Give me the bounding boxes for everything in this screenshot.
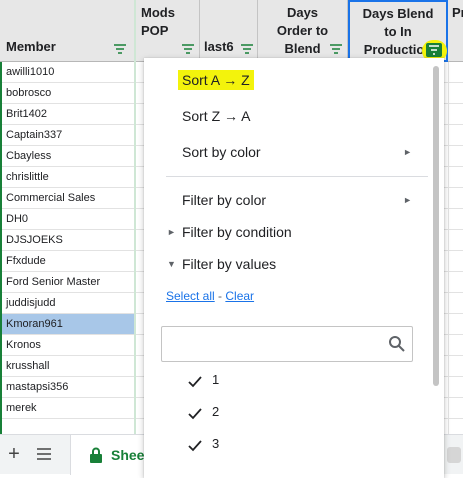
link-separator: - xyxy=(214,289,226,303)
menu-item-filter-by-color[interactable]: Filter by color xyxy=(182,190,266,210)
member-cell[interactable]: Kronos xyxy=(0,335,136,356)
value-option-label: 2 xyxy=(212,404,220,419)
column-header-days-order-to-blend[interactable]: Days Order to Blend xyxy=(258,0,348,62)
member-cell[interactable]: Captain337 xyxy=(0,125,136,146)
filter-icon[interactable] xyxy=(112,43,128,55)
member-cell[interactable]: Brit1402 xyxy=(0,104,136,125)
menu-item-sort-by-color[interactable]: Sort by color xyxy=(182,142,261,162)
sheet-tab-label: Shee xyxy=(111,447,145,463)
submenu-arrow-icon: ► xyxy=(403,147,412,157)
sheet-tab[interactable]: Shee xyxy=(70,435,150,475)
menu-item-sort-z-a[interactable]: Sort Z → A xyxy=(182,106,250,126)
filter-sort-menu: Sort A → Z Sort Z → A Sort by color ► Fi… xyxy=(144,58,444,478)
member-cell[interactable]: Ffxdude xyxy=(0,251,136,272)
member-cell[interactable]: Cbayless xyxy=(0,146,136,167)
member-cell[interactable]: awilli1010 xyxy=(0,62,136,83)
column-label-mods-pop: Mods POP xyxy=(141,5,175,38)
value-option-label: 3 xyxy=(212,436,220,451)
checkmark-icon xyxy=(188,405,202,425)
add-sheet-button[interactable]: + xyxy=(5,444,23,464)
column-label-member: Member xyxy=(6,39,56,54)
member-cell[interactable]: mastapsi356 xyxy=(0,377,136,398)
filter-icon[interactable] xyxy=(180,43,196,55)
value-selection-links: Select all - Clear xyxy=(166,289,254,303)
member-cell[interactable]: bobrosco xyxy=(0,83,136,104)
menu-scrollbar[interactable] xyxy=(433,66,439,386)
member-cell[interactable]: juddisjudd xyxy=(0,293,136,314)
member-cell[interactable]: DH0 xyxy=(0,209,136,230)
member-cell[interactable]: Kmoran961 xyxy=(0,314,136,335)
filter-active-icon[interactable] xyxy=(426,43,442,57)
column-header-days-blend-to-production[interactable]: Days Blend to In Production xyxy=(348,0,448,62)
member-cell[interactable]: DJSJOEKS xyxy=(0,230,136,251)
all-sheets-menu-icon[interactable] xyxy=(35,447,53,461)
menu-item-sort-a-z[interactable]: Sort A → Z xyxy=(178,70,254,90)
column-header-member[interactable]: Member xyxy=(0,0,136,62)
clear-link[interactable]: Clear xyxy=(225,289,254,303)
value-option-label: 1 xyxy=(212,372,220,387)
menu-separator xyxy=(166,176,428,177)
column-label-partial: Pr xyxy=(452,5,463,20)
column-label-last6: last6 xyxy=(204,39,234,54)
column-header-mods-pop[interactable]: Mods POP xyxy=(136,0,200,62)
checkmark-icon xyxy=(188,437,202,457)
column-header-partial[interactable]: Pr xyxy=(448,0,463,62)
column-divider xyxy=(448,62,449,434)
sheet-scroll-button[interactable] xyxy=(447,447,461,463)
filter-icon[interactable] xyxy=(328,43,344,55)
value-search-input[interactable] xyxy=(161,326,413,362)
submenu-arrow-icon: ► xyxy=(403,195,412,205)
menu-item-filter-by-condition[interactable]: Filter by condition xyxy=(182,222,292,242)
member-cell[interactable]: krusshall xyxy=(0,356,136,377)
select-all-link[interactable]: Select all xyxy=(166,289,215,303)
expand-caret-icon[interactable]: ► xyxy=(167,227,176,237)
member-cell[interactable]: Ford Senior Master xyxy=(0,272,136,293)
collapse-caret-icon[interactable]: ▼ xyxy=(167,259,176,269)
member-cell[interactable]: merek xyxy=(0,398,136,419)
menu-item-filter-by-values[interactable]: Filter by values xyxy=(182,254,276,274)
checkmark-icon xyxy=(188,373,202,393)
filter-icon[interactable] xyxy=(239,43,255,55)
row-selection-marker xyxy=(0,62,2,434)
lock-icon xyxy=(89,447,103,468)
column-header-last6[interactable]: last6 xyxy=(200,0,258,62)
search-icon xyxy=(388,335,406,356)
member-cell[interactable]: Commercial Sales xyxy=(0,188,136,209)
frozen-column-divider xyxy=(134,0,136,434)
member-cell[interactable]: chrislittle xyxy=(0,167,136,188)
